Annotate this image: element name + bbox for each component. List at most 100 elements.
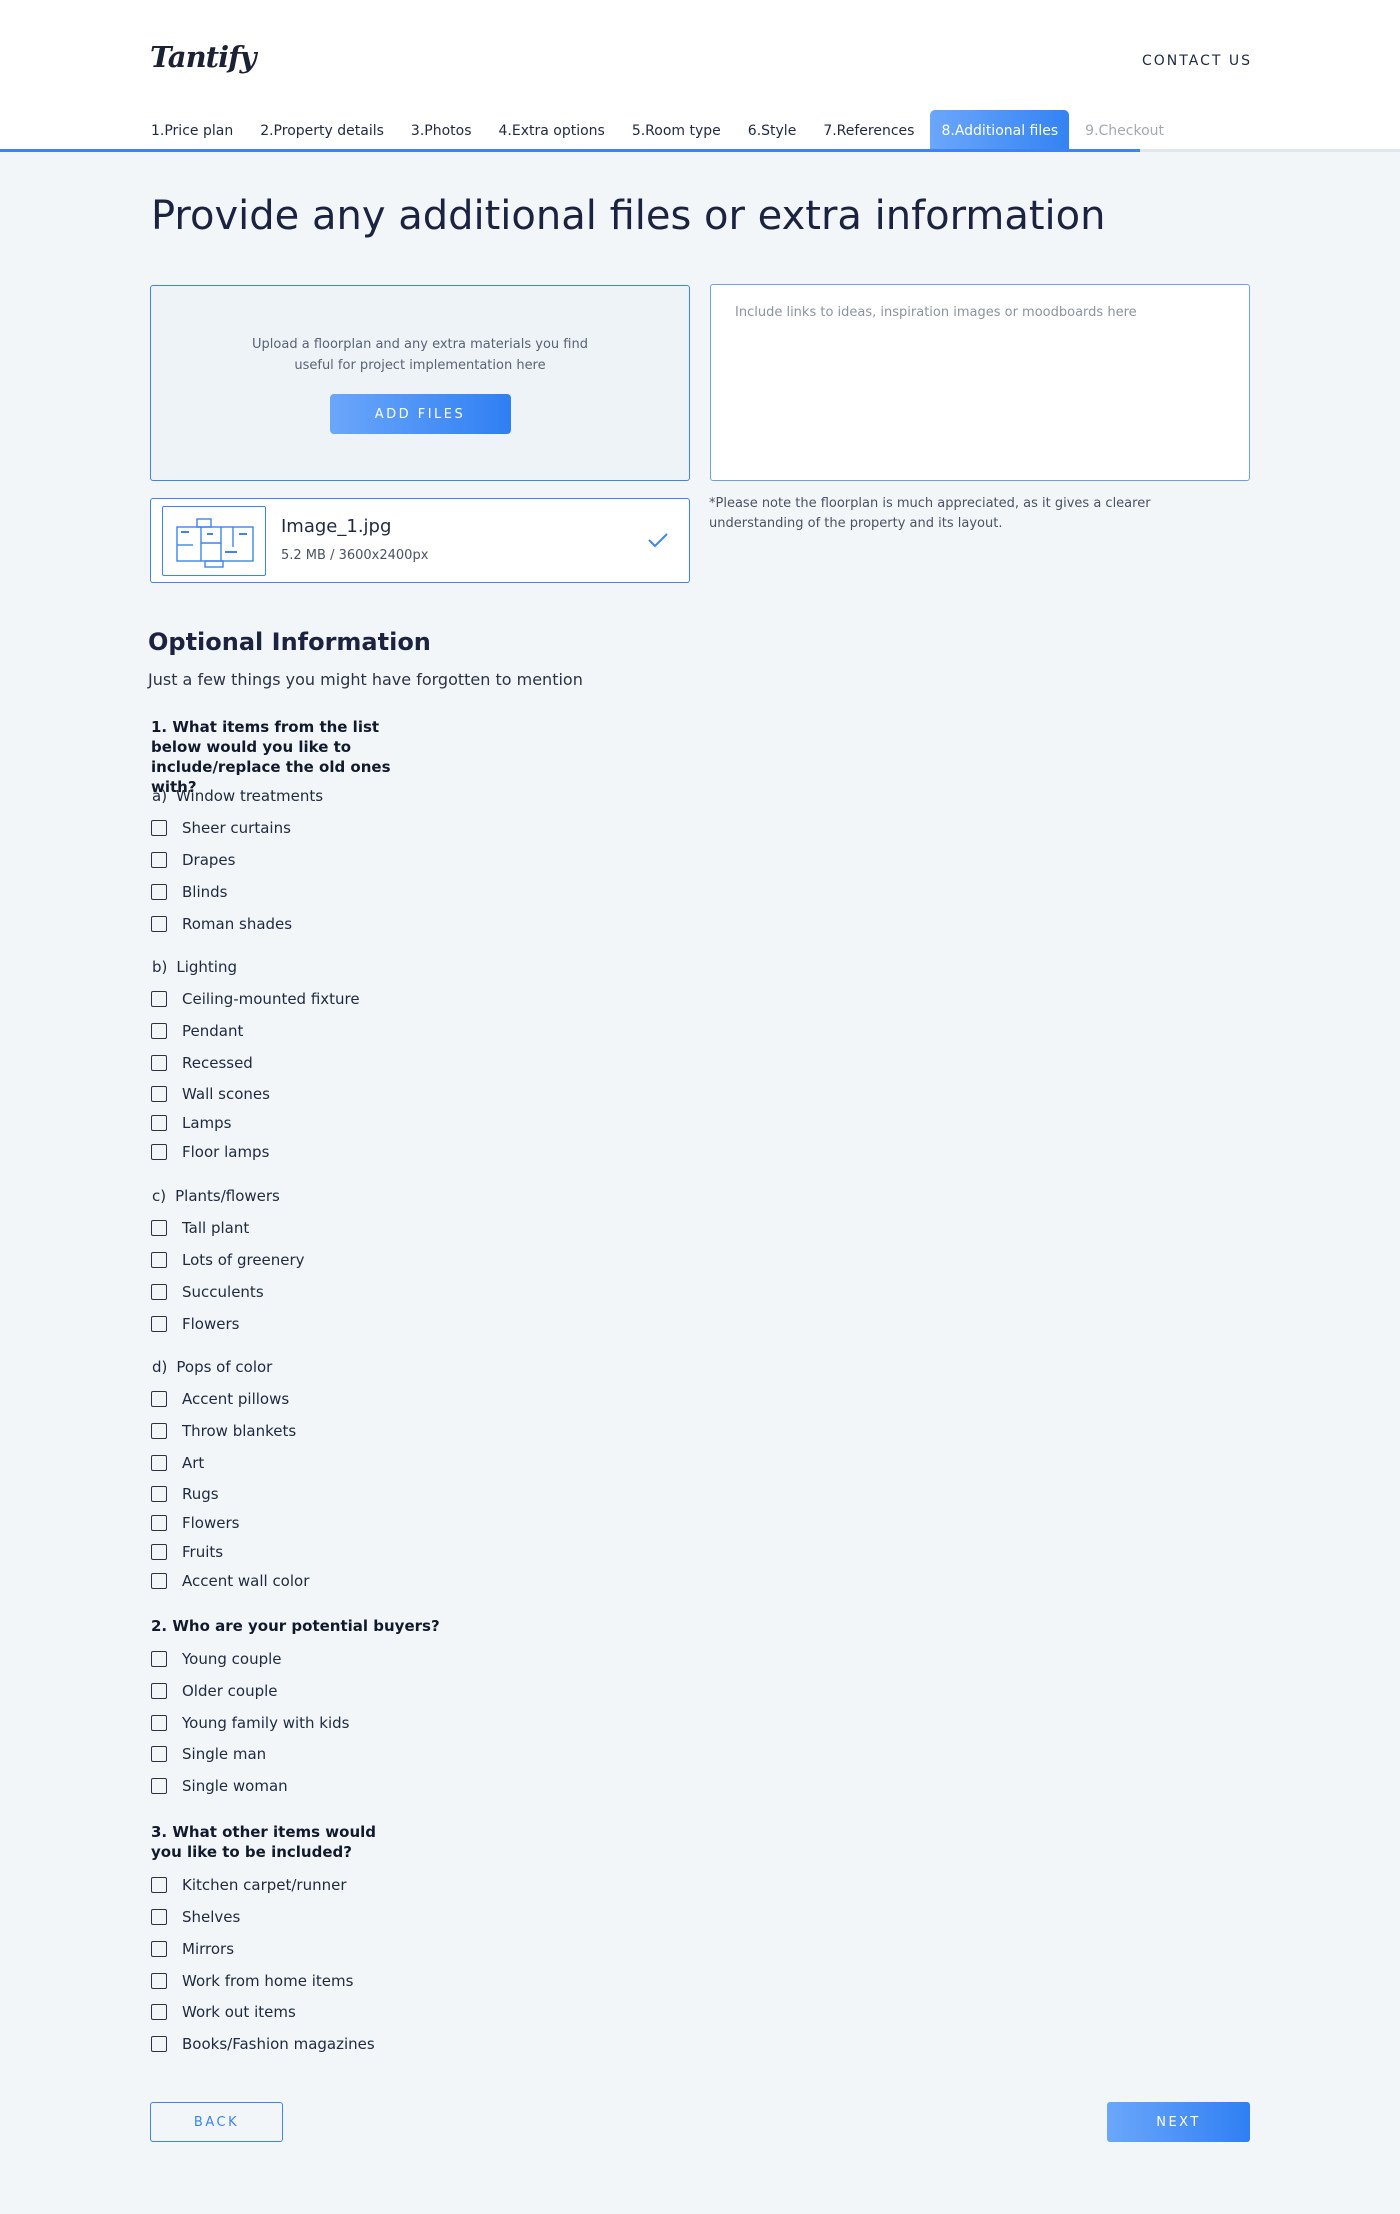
checkbox-kitchen-carpet-runner[interactable]: Kitchen carpet/runner	[151, 1874, 347, 1896]
checkbox-accent-wall-color[interactable]: Accent wall color	[151, 1570, 309, 1592]
checkbox-icon[interactable]	[151, 916, 167, 932]
step-photos[interactable]: 3.Photos	[400, 110, 483, 152]
checkbox-label: Books/Fashion magazines	[182, 2035, 375, 2053]
checkbox-icon[interactable]	[151, 1055, 167, 1071]
step-style[interactable]: 6.Style	[737, 110, 808, 152]
step-room-type[interactable]: 5.Room type	[621, 110, 732, 152]
checkbox-icon[interactable]	[151, 2004, 167, 2020]
checkbox-icon[interactable]	[151, 1877, 167, 1893]
checkbox-drapes[interactable]: Drapes	[151, 849, 235, 871]
checkbox-icon[interactable]	[151, 1284, 167, 1300]
checkbox-icon[interactable]	[151, 1973, 167, 1989]
checkbox-young-family-with-kids[interactable]: Young family with kids	[151, 1712, 350, 1734]
checkbox-icon[interactable]	[151, 1115, 167, 1131]
checkbox-icon[interactable]	[151, 1220, 167, 1236]
step-additional-files[interactable]: 8.Additional files	[930, 110, 1070, 152]
step-price-plan[interactable]: 1.Price plan	[140, 110, 244, 152]
checkbox-accent-pillows[interactable]: Accent pillows	[151, 1388, 289, 1410]
checkbox-icon[interactable]	[151, 991, 167, 1007]
checkbox-wall-scones[interactable]: Wall scones	[151, 1083, 270, 1105]
checkbox-floor-lamps[interactable]: Floor lamps	[151, 1141, 269, 1163]
checkbox-young-couple[interactable]: Young couple	[151, 1648, 282, 1670]
checkbox-icon[interactable]	[151, 1715, 167, 1731]
checkbox-label: Succulents	[182, 1283, 264, 1301]
checkbox-icon[interactable]	[151, 1651, 167, 1667]
checkbox-icon[interactable]	[151, 1023, 167, 1039]
checkbox-shelves[interactable]: Shelves	[151, 1906, 240, 1928]
checkbox-icon[interactable]	[151, 1391, 167, 1407]
checkbox-ceiling-mounted-fixture[interactable]: Ceiling-mounted fixture	[151, 988, 360, 1010]
checkbox-recessed[interactable]: Recessed	[151, 1052, 253, 1074]
next-button[interactable]: NEXT	[1107, 2102, 1250, 2142]
checkbox-flowers-color[interactable]: Flowers	[151, 1512, 239, 1534]
checkbox-mirrors[interactable]: Mirrors	[151, 1938, 234, 1960]
floorplan-note: *Please note the floorplan is much appre…	[709, 496, 1151, 531]
checkbox-older-couple[interactable]: Older couple	[151, 1680, 278, 1702]
brand-logo[interactable]: Tantify	[150, 40, 256, 74]
checkbox-label: Mirrors	[182, 1940, 235, 1958]
links-textarea[interactable]	[710, 284, 1250, 481]
checkbox-icon[interactable]	[151, 1455, 167, 1471]
step-extra-options[interactable]: 4.Extra options	[488, 110, 616, 152]
checkbox-icon[interactable]	[151, 2036, 167, 2052]
subgroup-marker: b)	[152, 958, 168, 976]
checkbox-fruits[interactable]: Fruits	[151, 1541, 223, 1563]
question-3-label: 3. What other items would you like to be…	[151, 1823, 377, 1861]
checkbox-icon[interactable]	[151, 1252, 167, 1268]
step-checkout: 9.Checkout	[1085, 123, 1165, 139]
page-title: Provide any additional files or extra in…	[151, 193, 1106, 239]
uploaded-file-card[interactable]: Image_1.jpg 5.2 MB / 3600x2400px	[150, 498, 690, 583]
checkbox-throw-blankets[interactable]: Throw blankets	[151, 1420, 296, 1442]
checkbox-pendant[interactable]: Pendant	[151, 1020, 243, 1042]
checkbox-icon[interactable]	[151, 1683, 167, 1699]
checkbox-label: Single woman	[182, 1777, 288, 1795]
checkbox-label: Shelves	[182, 1908, 241, 1926]
checkbox-icon[interactable]	[151, 1573, 167, 1589]
checkbox-label: Wall scones	[182, 1085, 270, 1103]
checkbox-icon[interactable]	[151, 1316, 167, 1332]
checkbox-sheer-curtains[interactable]: Sheer curtains	[151, 817, 291, 839]
checkbox-label: Single man	[182, 1745, 267, 1763]
checkbox-books-fashion-magazines[interactable]: Books/Fashion magazines	[151, 2033, 375, 2055]
checkbox-icon[interactable]	[151, 1909, 167, 1925]
checkbox-icon[interactable]	[151, 1544, 167, 1560]
checkbox-label: Older couple	[182, 1682, 278, 1700]
step-property-details[interactable]: 2.Property details	[249, 110, 395, 152]
checkbox-icon[interactable]	[151, 1486, 167, 1502]
checkbox-icon[interactable]	[151, 1941, 167, 1957]
checkbox-work-out-items[interactable]: Work out items	[151, 2001, 296, 2023]
checkbox-icon[interactable]	[151, 1746, 167, 1762]
checkbox-icon[interactable]	[151, 884, 167, 900]
checkbox-icon[interactable]	[151, 852, 167, 868]
checkbox-single-man[interactable]: Single man	[151, 1743, 266, 1765]
checkbox-rugs[interactable]: Rugs	[151, 1483, 219, 1505]
step-references[interactable]: 7.References	[812, 110, 925, 152]
subgroup-label: Plants/flowers	[175, 1187, 280, 1205]
checkbox-lamps[interactable]: Lamps	[151, 1112, 232, 1134]
checkbox-label: Roman shades	[182, 915, 293, 933]
add-files-button[interactable]: ADD FILES	[329, 394, 511, 434]
checkbox-single-woman[interactable]: Single woman	[151, 1775, 288, 1797]
checkbox-label: Work out items	[182, 2003, 296, 2021]
checkbox-label: Lots of greenery	[182, 1251, 305, 1269]
checkbox-label: Rugs	[182, 1485, 219, 1503]
checkbox-icon[interactable]	[151, 1423, 167, 1439]
checkbox-roman-shades[interactable]: Roman shades	[151, 913, 292, 935]
checkbox-icon[interactable]	[151, 1086, 167, 1102]
checkbox-icon[interactable]	[151, 820, 167, 836]
checkbox-blinds[interactable]: Blinds	[151, 881, 227, 903]
contact-us-link[interactable]: CONTACT US	[1142, 53, 1252, 69]
checkbox-flowers[interactable]: Flowers	[151, 1313, 239, 1335]
checkbox-lots-of-greenery[interactable]: Lots of greenery	[151, 1249, 305, 1271]
checkbox-icon[interactable]	[151, 1515, 167, 1531]
file-meta: 5.2 MB / 3600x2400px	[281, 548, 429, 563]
file-dropzone[interactable]: Upload a floorplan and any extra materia…	[150, 285, 690, 481]
checkbox-icon[interactable]	[151, 1778, 167, 1794]
checkbox-art[interactable]: Art	[151, 1452, 204, 1474]
optional-subtitle: Just a few things you might have forgott…	[148, 670, 583, 689]
checkbox-work-from-home-items[interactable]: Work from home items	[151, 1970, 353, 1992]
back-button[interactable]: BACK	[150, 2102, 283, 2142]
checkbox-tall-plant[interactable]: Tall plant	[151, 1217, 249, 1239]
checkbox-icon[interactable]	[151, 1144, 167, 1160]
checkbox-succulents[interactable]: Succulents	[151, 1281, 264, 1303]
